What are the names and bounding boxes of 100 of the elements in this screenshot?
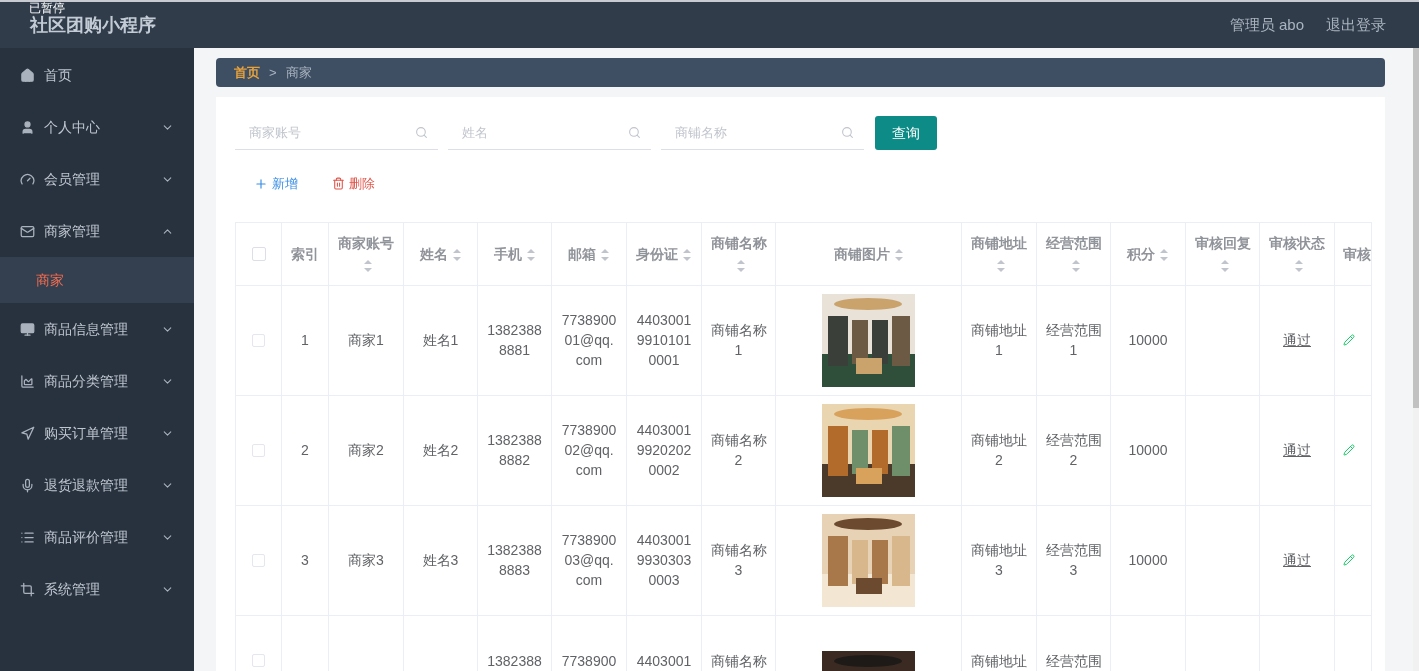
- navigation-icon: [20, 425, 35, 441]
- envelope-icon: [20, 223, 35, 239]
- table-cell-text: 10000: [1128, 331, 1168, 350]
- checkbox[interactable]: [252, 553, 265, 567]
- table-cell-text: 商铺名称1: [710, 321, 767, 360]
- table-cell-text: 姓名3: [422, 551, 459, 570]
- edit-icon[interactable]: [1343, 334, 1355, 346]
- sidebar-item[interactable]: 会员管理: [0, 153, 194, 205]
- sidebar-item[interactable]: 商品信息管理: [0, 303, 194, 355]
- column-header: 邮箱: [568, 245, 596, 262]
- sidebar-item[interactable]: 系统管理: [0, 563, 194, 615]
- table-cell-text: 1: [301, 331, 309, 350]
- table-cell-text: 4403001: [636, 651, 692, 671]
- checkbox[interactable]: [251, 246, 266, 261]
- sidebar-item[interactable]: 个人中心: [0, 101, 194, 153]
- search-field[interactable]: 姓名: [448, 116, 651, 150]
- column-header: 索引: [291, 245, 319, 262]
- column-header: 商铺地址: [971, 234, 1027, 251]
- table-cell-text: 商铺地址3: [971, 541, 1027, 580]
- microphone-icon: [20, 477, 35, 493]
- status-link[interactable]: 通过: [1283, 549, 1311, 571]
- gauge-icon: [20, 171, 35, 187]
- sidebar-item[interactable]: 购买订单管理: [0, 407, 194, 459]
- sort-icon[interactable]: [1294, 258, 1304, 273]
- status-link[interactable]: 通过: [1283, 439, 1311, 461]
- table-cell-text: 440300199202020002: [636, 421, 692, 480]
- sort-icon[interactable]: [600, 247, 610, 262]
- sort-icon[interactable]: [451, 247, 462, 262]
- search-icon: [628, 126, 641, 139]
- home-icon: [20, 67, 35, 83]
- chart-icon: [20, 373, 35, 389]
- table-cell-text: 商铺地址: [971, 651, 1027, 671]
- user-name: 管理员 abo: [1229, 14, 1304, 35]
- sort-icon[interactable]: [1070, 258, 1081, 273]
- table-cell-text: 10000: [1128, 551, 1168, 570]
- edit-icon[interactable]: [1343, 554, 1355, 566]
- column-header: 审核回复: [1194, 234, 1251, 251]
- sort-icon[interactable]: [363, 258, 373, 273]
- delete-button[interactable]: 删除: [332, 174, 375, 194]
- overlay-label: 已暂停: [28, 2, 66, 15]
- table-cell-text: 经营范围2: [1045, 431, 1102, 470]
- table-cell-text: 商铺名称2: [710, 431, 767, 470]
- sidebar-item[interactable]: 商品评价管理: [0, 511, 194, 563]
- column-header: 姓名: [419, 245, 448, 262]
- submenu-item[interactable]: 商家: [0, 257, 194, 303]
- column-header: 商家账号: [338, 234, 394, 251]
- table-cell-text: 773890001@qq.com: [561, 311, 617, 370]
- crop-icon: [20, 581, 35, 597]
- sidebar-item[interactable]: 商品分类管理: [0, 355, 194, 407]
- sort-icon[interactable]: [996, 258, 1006, 273]
- column-header: 审核: [1343, 245, 1371, 262]
- list-icon: [20, 529, 35, 545]
- table-cell-text: 2: [301, 441, 309, 460]
- sidebar-item[interactable]: 商家管理: [0, 205, 194, 257]
- logout-link[interactable]: 退出登录: [1326, 13, 1386, 37]
- sidebar-item[interactable]: 首页: [0, 49, 194, 101]
- table-cell-text: 姓名2: [422, 441, 459, 460]
- table-cell-text: 商铺名称: [710, 651, 767, 671]
- table-cell-text: 7738900: [561, 651, 617, 671]
- column-header: 审核状态: [1269, 234, 1325, 251]
- table-cell-text: 商家2: [348, 441, 384, 460]
- edit-icon[interactable]: [1343, 444, 1355, 456]
- table-cell-text: 商家1: [348, 331, 384, 350]
- trash-icon: [332, 177, 345, 191]
- table-cell-text: 商铺名称3: [710, 541, 767, 580]
- table-cell-text: 440300199101010001: [636, 311, 692, 370]
- breadcrumb-current: 商家: [285, 63, 312, 82]
- table-cell-text: 经营范围3: [1045, 541, 1102, 580]
- app-title: 社区团购小程序: [30, 14, 156, 37]
- column-header: 商铺图片: [833, 245, 890, 262]
- add-button[interactable]: 新增: [254, 174, 298, 194]
- table-cell-text: 商家3: [348, 551, 384, 570]
- sort-icon[interactable]: [893, 247, 904, 262]
- table-cell-text: 773890002@qq.com: [561, 421, 617, 480]
- sort-icon[interactable]: [682, 247, 692, 262]
- search-field[interactable]: 商家账号: [235, 116, 438, 150]
- search-icon: [841, 126, 854, 139]
- table-cell-text: 773890003@qq.com: [561, 531, 617, 590]
- search-icon: [415, 126, 428, 139]
- sidebar-item[interactable]: 退货退款管理: [0, 459, 194, 511]
- table-cell-text: 13823888882: [486, 431, 543, 470]
- checkbox[interactable]: [252, 443, 265, 457]
- column-header: 手机: [493, 245, 522, 262]
- scrollbar-thumb[interactable]: [1413, 48, 1419, 408]
- table-cell-text: 440300199303030003: [636, 531, 692, 590]
- status-link[interactable]: 通过: [1283, 329, 1311, 351]
- search-field[interactable]: 商铺名称: [661, 116, 864, 150]
- breadcrumb-link[interactable]: 首页: [234, 62, 260, 83]
- sort-icon[interactable]: [735, 258, 746, 273]
- user-icon: [20, 119, 35, 135]
- sort-icon[interactable]: [1219, 258, 1230, 273]
- table-cell-text: 经营范围: [1045, 651, 1102, 671]
- sort-icon[interactable]: [525, 247, 536, 262]
- table-cell-text: 商铺地址2: [971, 431, 1027, 470]
- table-cell-text: 1382388: [487, 651, 542, 671]
- checkbox[interactable]: [252, 333, 265, 347]
- query-button[interactable]: 查询: [875, 116, 937, 150]
- sort-icon[interactable]: [1159, 247, 1169, 262]
- monitor-icon: [20, 321, 35, 337]
- checkbox[interactable]: [252, 653, 265, 667]
